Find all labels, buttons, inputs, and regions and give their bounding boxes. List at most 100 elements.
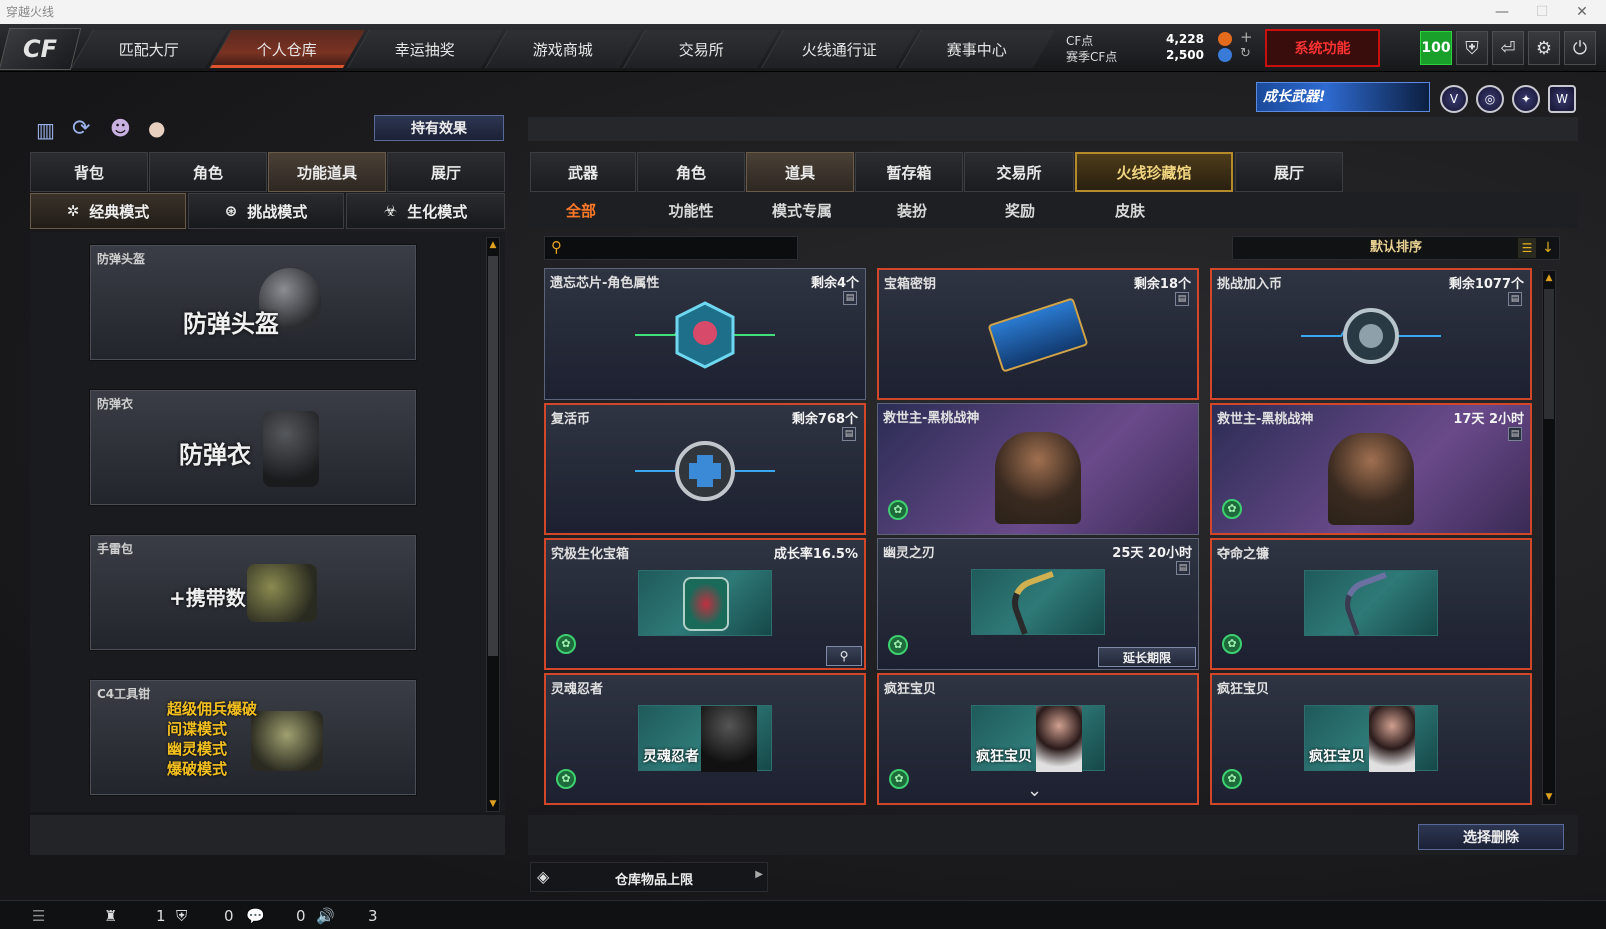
- list-view-icon[interactable]: ☰: [1518, 238, 1536, 258]
- tab-character[interactable]: 角色: [149, 152, 267, 192]
- close-icon[interactable]: ✕: [1562, 0, 1602, 24]
- tab-right-exchange[interactable]: 交易所: [964, 152, 1074, 192]
- character-icon[interactable]: ☻: [110, 116, 131, 140]
- sync-icon[interactable]: ⟳: [72, 116, 90, 141]
- gear-icon[interactable]: ⚙: [1528, 31, 1560, 65]
- refresh-icon[interactable]: ↻: [1240, 46, 1251, 61]
- search-box[interactable]: ⚲: [544, 236, 798, 260]
- sort-dropdown[interactable]: 默认排序: [1232, 236, 1560, 260]
- tab-battle-pass[interactable]: 火线通行证: [761, 30, 917, 68]
- tab-roles[interactable]: 角色: [637, 152, 745, 192]
- growth-weapon-banner[interactable]: 成长武器!: [1256, 82, 1430, 112]
- left-footer: [30, 815, 505, 855]
- tab-weapons[interactable]: 武器: [530, 152, 636, 192]
- cf-coin-icon: [1218, 32, 1232, 46]
- item-card[interactable]: 疯狂宝贝 疯狂宝贝 ✿ ⌄: [877, 673, 1199, 805]
- add-icon[interactable]: +: [1240, 28, 1253, 46]
- tab-exchange[interactable]: 交易所: [623, 30, 779, 68]
- delete-icon[interactable]: ▤: [843, 291, 857, 305]
- right-scrollbar[interactable]: ▲ ▼: [1542, 270, 1556, 805]
- friends-icon[interactable]: ♜: [104, 907, 117, 925]
- tab-showroom[interactable]: 展厅: [387, 152, 505, 192]
- promo-button[interactable]: 系统功能: [1265, 29, 1380, 67]
- sort-direction-icon[interactable]: ↓: [1540, 238, 1556, 258]
- scroll-up-icon[interactable]: ▲: [487, 238, 499, 252]
- layers-icon: ◈: [537, 867, 550, 886]
- tab-bag[interactable]: 背包: [30, 152, 148, 192]
- item-card-c4-tool[interactable]: C4工具钳 超级佣兵爆破 间谍模式 幽灵模式 爆破模式: [90, 680, 416, 795]
- menu-icon[interactable]: ☰: [32, 907, 45, 925]
- grenade-icon[interactable]: ●: [148, 116, 165, 140]
- tab-match-lobby[interactable]: 匹配大厅: [71, 30, 227, 68]
- tab-right-showroom[interactable]: 展厅: [1235, 152, 1343, 192]
- subtab-mode-exclusive[interactable]: 模式专属: [760, 195, 844, 225]
- scythe-icon: [1304, 570, 1438, 637]
- chevron-down-icon[interactable]: ⌄: [1027, 780, 1042, 801]
- cf-logo[interactable]: CF: [0, 28, 82, 70]
- item-card[interactable]: 遗忘芯片-角色属性 剩余4个 ▤: [544, 268, 866, 400]
- delete-icon[interactable]: ▤: [1508, 427, 1522, 441]
- soldier-portrait: [995, 432, 1081, 524]
- wing-icon[interactable]: W: [1548, 85, 1576, 113]
- maximize-icon[interactable]: ☐: [1522, 0, 1562, 24]
- extend-duration-button[interactable]: 延长期限: [1098, 647, 1196, 667]
- left-scrollbar[interactable]: ▲ ▼: [486, 237, 500, 812]
- item-card[interactable]: 挑战加入币 剩余1077个 ▤: [1210, 268, 1532, 400]
- mode-challenge[interactable]: ⊛ 挑战模式: [188, 193, 344, 229]
- badge-v-icon[interactable]: V: [1440, 85, 1468, 113]
- item-card[interactable]: 救世主-黑桃战神 17天 2小时 ▤ ✿: [1210, 403, 1532, 535]
- item-card[interactable]: 复活币 剩余768个 ▤: [544, 403, 866, 535]
- delete-icon[interactable]: ▤: [842, 427, 856, 441]
- tab-lucky-draw[interactable]: 幸运抽奖: [347, 30, 503, 68]
- item-card[interactable]: 究极生化宝箱 成长率16.5% ✿ ⚲: [544, 538, 866, 670]
- search-icon[interactable]: ⚲: [826, 646, 862, 666]
- tab-props[interactable]: 道具: [746, 152, 854, 192]
- tab-personal-storage[interactable]: 个人仓库: [209, 30, 365, 68]
- item-card-vest[interactable]: 防弹衣 防弹衣: [90, 390, 416, 505]
- tab-event-center[interactable]: 赛事中心: [899, 30, 1055, 68]
- challenge-coin-icon: [1301, 308, 1441, 364]
- capacity-bar[interactable]: ◈ 仓库物品上限 ▶: [530, 862, 768, 892]
- item-card[interactable]: 救世主-黑桃战神 ✿: [877, 403, 1199, 535]
- shield-icon[interactable]: ⛨: [1456, 31, 1488, 65]
- delete-icon[interactable]: ▤: [1508, 292, 1522, 306]
- scroll-up-icon[interactable]: ▲: [1543, 271, 1555, 285]
- speaker-icon[interactable]: 🔊: [316, 907, 335, 925]
- chevron-right-icon[interactable]: ▶: [755, 869, 763, 880]
- globe-icon[interactable]: ◎: [1476, 85, 1504, 113]
- select-delete-button[interactable]: 选择删除: [1418, 824, 1564, 850]
- item-card[interactable]: 灵魂忍者 灵魂忍者 ✿: [544, 673, 866, 805]
- scroll-down-icon[interactable]: ▼: [1543, 790, 1555, 804]
- mode-classic[interactable]: ✲ 经典模式: [30, 193, 186, 229]
- shield-status-icon[interactable]: ⛨: [176, 907, 187, 925]
- subtab-all[interactable]: 全部: [545, 195, 617, 225]
- subtab-outfit[interactable]: 装扮: [876, 195, 948, 225]
- delete-icon[interactable]: ▤: [1176, 561, 1190, 575]
- subtab-reward[interactable]: 奖励: [984, 195, 1056, 225]
- season-points-label: 赛季CF点: [1066, 50, 1118, 64]
- chat-icon[interactable]: 💬: [246, 907, 265, 925]
- tab-game-shop[interactable]: 游戏商城: [485, 30, 641, 68]
- item-card-helmet[interactable]: 防弹头盔 防弹头盔: [90, 245, 416, 360]
- tab-collection-hall[interactable]: 火线珍藏馆: [1075, 152, 1233, 192]
- tab-functional-items[interactable]: 功能道具: [268, 152, 386, 192]
- tab-staging-box[interactable]: 暂存箱: [855, 152, 963, 192]
- search-input[interactable]: [573, 239, 793, 257]
- right-toolbar-strip: [528, 117, 1578, 141]
- subtab-functional[interactable]: 功能性: [655, 195, 727, 225]
- owned-effects-button[interactable]: 持有效果: [374, 115, 504, 141]
- return-icon[interactable]: ⏎: [1492, 31, 1524, 65]
- delete-icon[interactable]: ▤: [1175, 292, 1189, 306]
- ranking-icon[interactable]: ▥: [36, 118, 55, 142]
- mode-biochem[interactable]: ☣ 生化模式: [346, 193, 505, 229]
- subtab-skin[interactable]: 皮肤: [1094, 195, 1166, 225]
- item-card[interactable]: 宝箱密钥 剩余18个 ▤: [877, 268, 1199, 400]
- scroll-down-icon[interactable]: ▼: [487, 797, 499, 811]
- crest-icon[interactable]: ✦: [1512, 85, 1540, 113]
- minimize-icon[interactable]: —: [1482, 0, 1522, 24]
- item-card-grenade-pack[interactable]: 手雷包 +携带数: [90, 535, 416, 650]
- item-card[interactable]: 幽灵之刃 25天 20小时 ▤ ✿ 延长期限: [877, 538, 1199, 670]
- item-card[interactable]: 夺命之镰 ✿: [1210, 538, 1532, 670]
- power-icon[interactable]: ⏻: [1564, 31, 1596, 65]
- item-card[interactable]: 疯狂宝贝 疯狂宝贝 ✿: [1210, 673, 1532, 805]
